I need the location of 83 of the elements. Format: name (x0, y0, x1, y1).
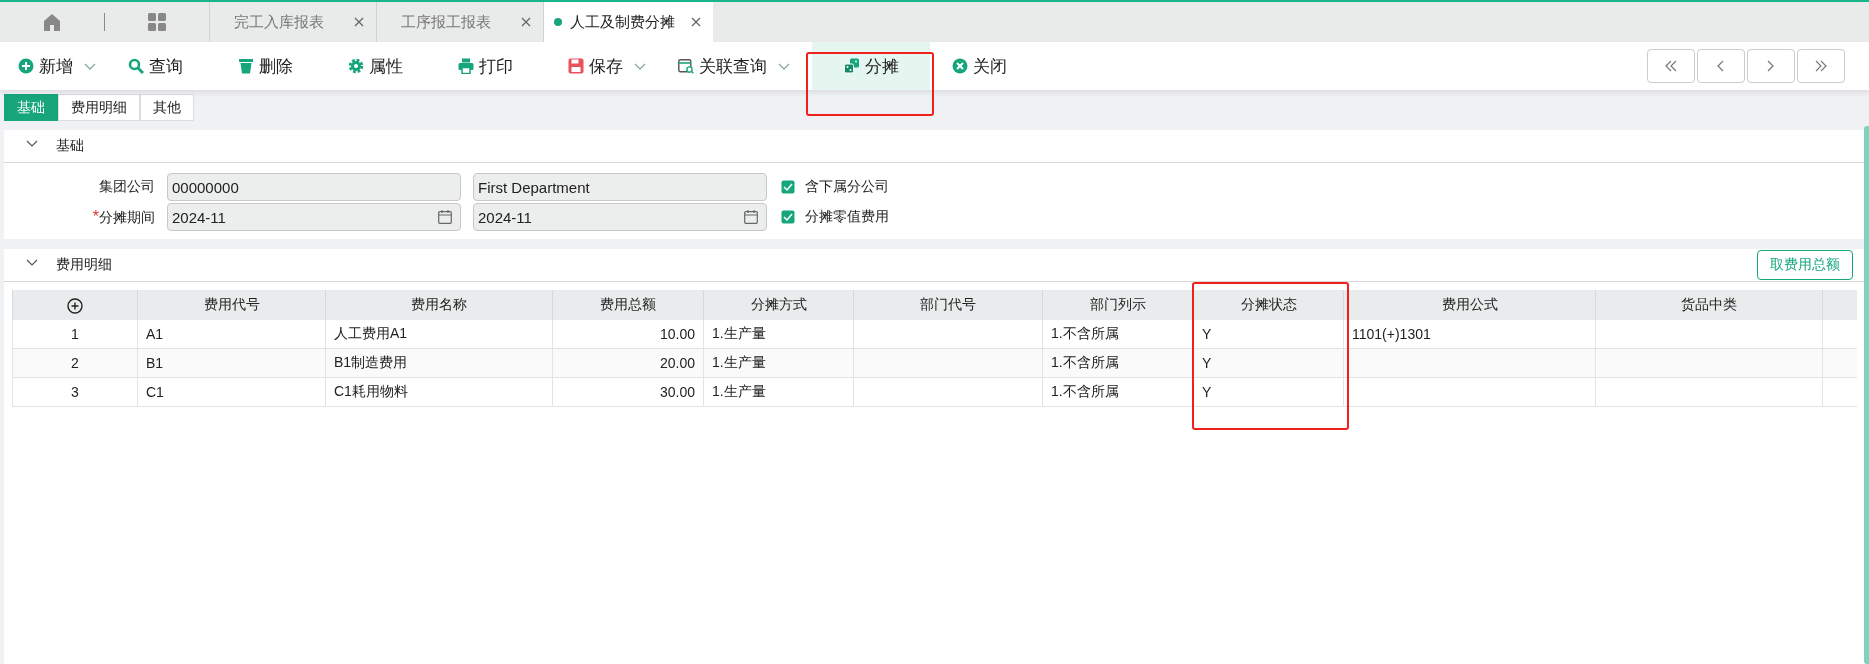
column-header: 费用公式 (1343, 290, 1596, 320)
pager-button[interactable] (1797, 49, 1845, 83)
trash-icon (238, 58, 254, 74)
caret-icon (634, 62, 646, 70)
toolbar-button[interactable]: 属性 (340, 42, 440, 90)
section-title: 基础 (56, 137, 84, 155)
printer-icon (458, 58, 474, 74)
table-cell: C1耗用物料 (325, 377, 553, 407)
caret-icon (84, 62, 96, 70)
caret-icon (778, 62, 790, 70)
tab[interactable]: 人工及制费分摊 (543, 2, 713, 42)
gear-icon (348, 58, 364, 74)
search-icon (128, 58, 144, 74)
pager-button[interactable] (1747, 49, 1795, 83)
table-cell: 1.不含所属 (1042, 377, 1194, 407)
close-icon[interactable] (354, 17, 364, 27)
checkbox-label: 分摊零值费用 (805, 208, 889, 226)
toolbar-button[interactable]: 保存 (560, 42, 660, 90)
window-search-icon (678, 58, 694, 74)
row-number: 2 (12, 348, 138, 378)
checkbox[interactable] (781, 210, 795, 224)
table-cell: A1 (137, 320, 326, 349)
column-header: 分摊状态 (1193, 290, 1344, 320)
field-label: 集团公司 (98, 178, 155, 196)
toolbar-button[interactable]: 分摊 (812, 42, 930, 90)
table-cell: Y (1193, 320, 1344, 349)
close-icon (952, 58, 968, 74)
table-cell: 1.生产量 (703, 377, 854, 407)
column-header: 分摊方式 (703, 290, 854, 320)
pager-button[interactable] (1647, 49, 1695, 83)
calendar-icon (438, 210, 452, 224)
input-field[interactable]: 00000000 (167, 173, 461, 201)
table-cell: 1.不含所属 (1042, 348, 1194, 378)
toolbar-button[interactable]: 新增 (10, 42, 110, 90)
table-cell: 10.00 (552, 320, 704, 349)
column-header: 部门列示 (1042, 290, 1194, 320)
toolbar-button[interactable]: 删除 (230, 42, 330, 90)
column-header: 部门代号 (853, 290, 1043, 320)
grid-icon[interactable] (148, 13, 166, 31)
row-number: 1 (12, 320, 138, 349)
section-title: 费用明细 (56, 256, 112, 274)
table-cell: B1制造费用 (325, 348, 553, 378)
toolbar-button[interactable]: 打印 (450, 42, 550, 90)
table-cell: 1.不含所属 (1042, 320, 1194, 349)
table-cell: 1.生产量 (703, 348, 854, 378)
home-icon[interactable] (43, 13, 61, 31)
date-field[interactable]: 2024-11 (167, 203, 461, 231)
table-cell: 20.00 (552, 348, 704, 378)
double-right-chevron-icon (1814, 60, 1828, 72)
double-left-chevron-icon (1664, 60, 1678, 72)
column-header: 费用总额 (552, 290, 704, 320)
input-field[interactable]: First Department (473, 173, 767, 201)
checkbox[interactable] (781, 180, 795, 194)
table-cell: C1 (137, 377, 326, 407)
close-icon[interactable] (691, 17, 701, 27)
row-number: 3 (12, 377, 138, 407)
table-cell: B1 (137, 348, 326, 378)
plus-circle-icon (67, 297, 83, 314)
table-cell: 1.生产量 (703, 320, 854, 349)
column-header: 货品中类 (1595, 290, 1823, 320)
status-dot-icon (554, 18, 562, 26)
column-header: 费用名称 (325, 290, 553, 320)
scrollbar-thumb[interactable] (1864, 126, 1869, 664)
table-cell: 30.00 (552, 377, 704, 407)
calendar-icon (744, 210, 758, 224)
field-label: *分摊期间 (91, 207, 155, 227)
table-cell: 1101(+)1301 (1343, 320, 1596, 349)
toolbar-button[interactable]: 查询 (120, 42, 220, 90)
column-header: 费用代号 (137, 290, 326, 320)
date-field[interactable]: 2024-11 (473, 203, 767, 231)
toolbar-button[interactable]: 关闭 (944, 42, 1044, 90)
tab[interactable]: 其他 (140, 94, 194, 121)
cubes-icon (843, 58, 860, 74)
table-cell: Y (1193, 348, 1344, 378)
close-icon[interactable] (521, 17, 531, 27)
pager-button[interactable] (1697, 49, 1745, 83)
checkbox-label: 含下属分公司 (805, 178, 889, 196)
toolbar-button[interactable]: 关联查询 (670, 42, 798, 90)
table-cell: 人工费用A1 (325, 320, 553, 349)
table-cell: Y (1193, 377, 1344, 407)
tab[interactable]: 费用明细 (58, 94, 140, 121)
add-row-header[interactable] (12, 290, 138, 320)
plus-circle-icon (18, 58, 34, 74)
